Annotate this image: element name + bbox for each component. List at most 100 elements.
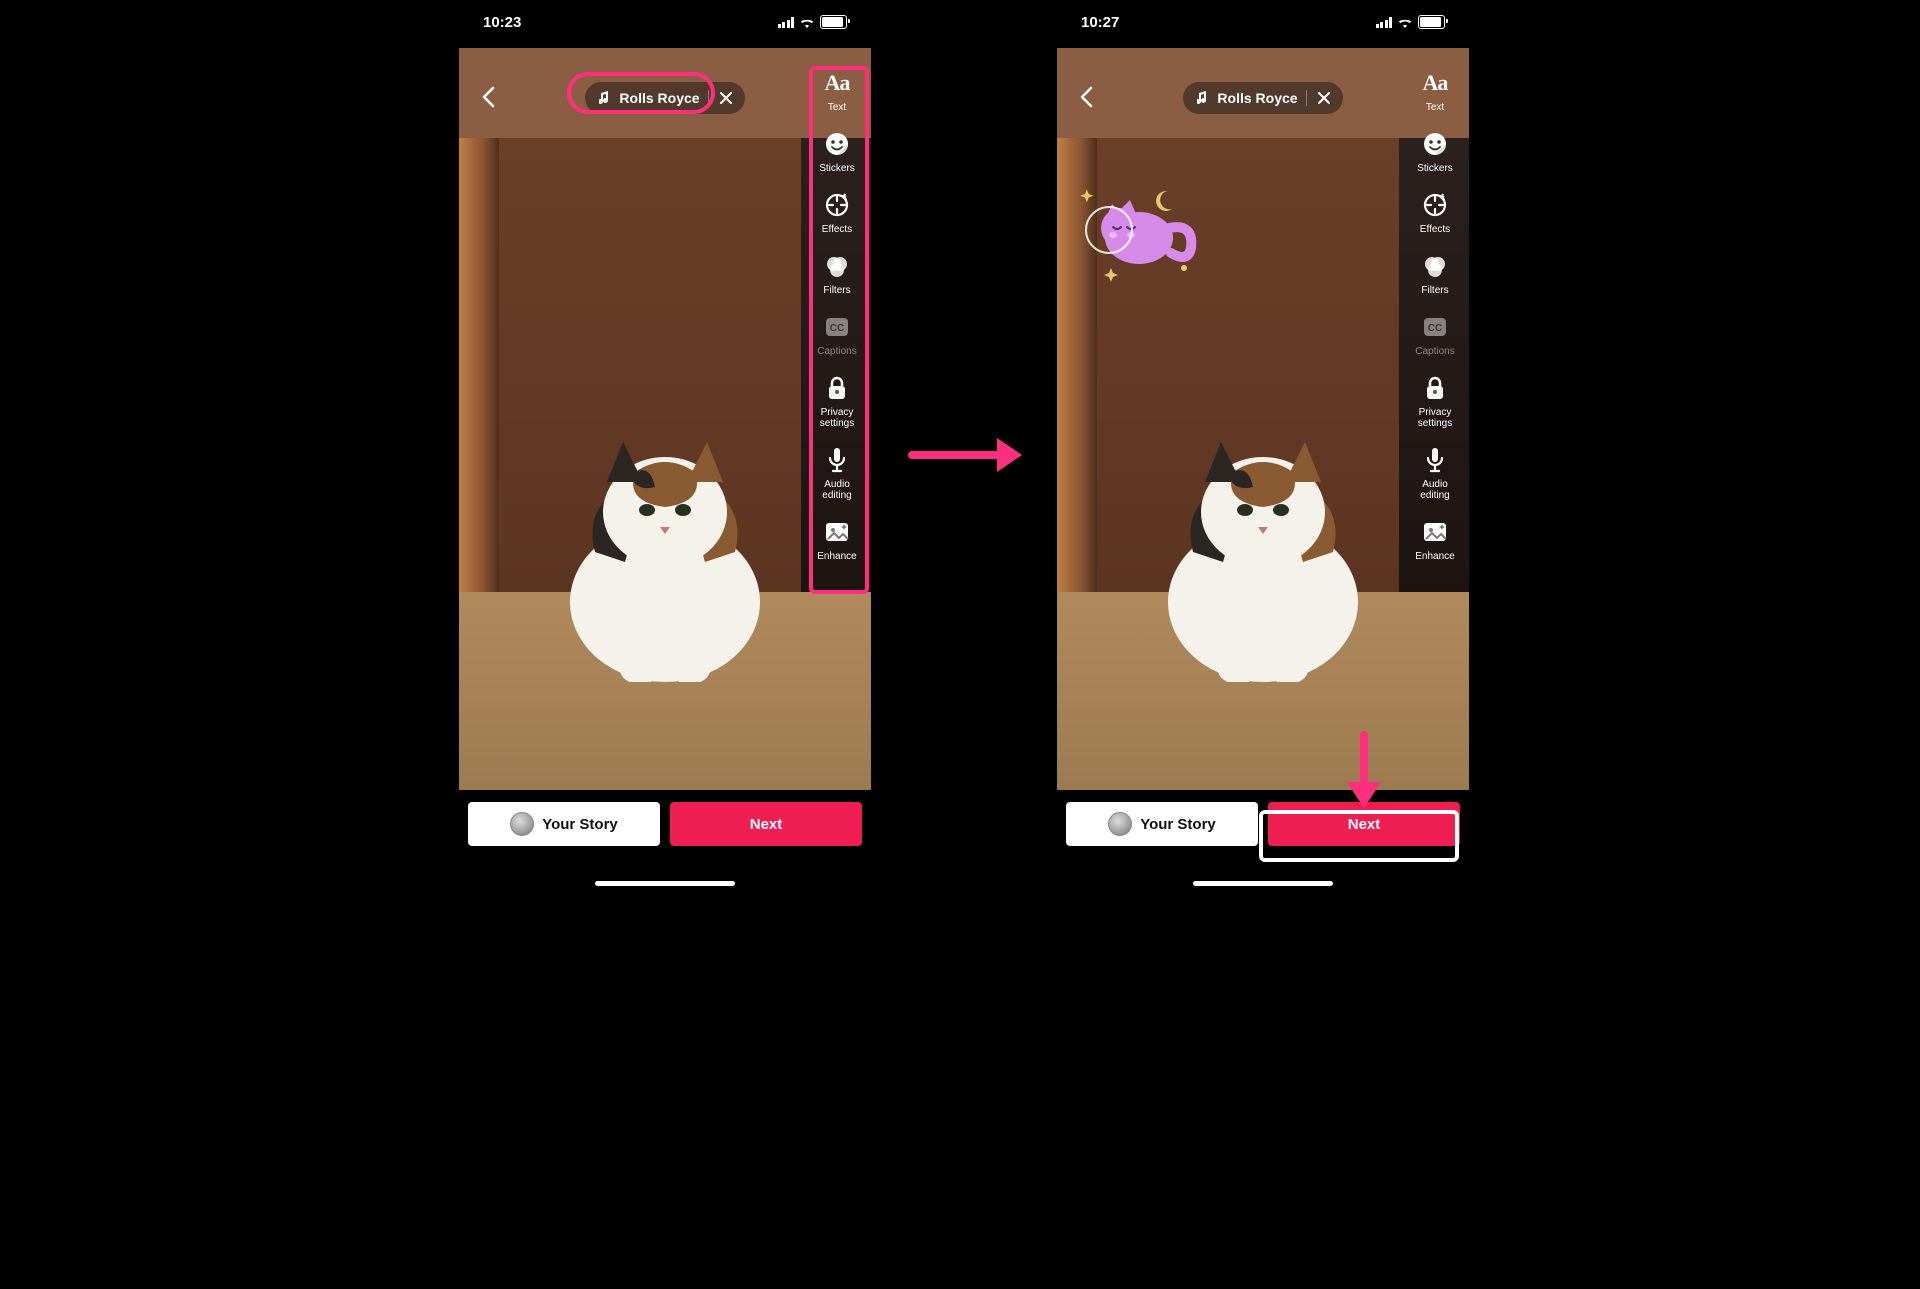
- sound-pill[interactable]: Rolls Royce: [585, 82, 744, 114]
- tool-filters[interactable]: Filters: [1420, 251, 1450, 296]
- right-toolbar: Aa Text Stickers Effects Filters CC Captions Pr…: [1407, 68, 1463, 562]
- sound-label: Rolls Royce: [619, 90, 699, 106]
- svg-text:CC: CC: [830, 323, 844, 334]
- home-indicator[interactable]: [1193, 881, 1333, 886]
- divider: [1306, 90, 1307, 106]
- tool-privacy[interactable]: Privacy settings: [809, 373, 865, 429]
- battery-icon: [1418, 15, 1445, 29]
- tool-label: Filters: [1421, 285, 1448, 296]
- avatar-icon: [510, 812, 534, 836]
- tool-text[interactable]: Aa Text: [1420, 68, 1450, 113]
- tool-label: Captions: [817, 346, 856, 357]
- status-time: 10:23: [483, 14, 521, 31]
- music-note-icon: [1197, 91, 1209, 105]
- next-label: Next: [1348, 816, 1381, 833]
- wifi-icon: [1397, 16, 1413, 28]
- wifi-icon: [799, 16, 815, 28]
- cat-photo: [1133, 392, 1393, 682]
- tool-label: Effects: [1420, 224, 1450, 235]
- editor-screen: Rolls Royce Aa Text Stickers Effects Filters…: [459, 48, 871, 802]
- phone-left-editor: 10:23 Rolls Royce: [459, 0, 871, 892]
- sticker-selection-ring[interactable]: [1085, 206, 1133, 254]
- effects-icon: [1420, 190, 1450, 220]
- tool-filters[interactable]: Filters: [822, 251, 852, 296]
- next-label: Next: [750, 816, 783, 833]
- tool-label: Stickers: [819, 163, 855, 174]
- status-bar: 10:23: [459, 0, 871, 44]
- next-button[interactable]: Next: [670, 802, 862, 846]
- privacy-icon: [1420, 373, 1450, 403]
- effects-icon: [822, 190, 852, 220]
- privacy-icon: [822, 373, 852, 403]
- tool-audio[interactable]: Audio editing: [809, 445, 865, 501]
- close-icon: [720, 92, 732, 104]
- tool-label: Audio editing: [1407, 479, 1463, 501]
- your-story-label: Your Story: [542, 816, 618, 833]
- bottom-bar: Your Story Next: [1057, 790, 1469, 892]
- tool-text[interactable]: Aa Text: [822, 68, 852, 113]
- tool-label: Stickers: [1417, 163, 1453, 174]
- remove-sound-button[interactable]: [1315, 89, 1333, 107]
- tool-audio[interactable]: Audio editing: [1407, 445, 1463, 501]
- tool-enhance[interactable]: Enhance: [1415, 517, 1454, 562]
- captions-icon: CC: [1420, 312, 1450, 342]
- tool-enhance[interactable]: Enhance: [817, 517, 856, 562]
- tool-label: Filters: [823, 285, 850, 296]
- tool-label: Enhance: [1415, 551, 1454, 562]
- tool-label: Effects: [822, 224, 852, 235]
- phone-right-editor: 10:27 Rolls Royce: [1057, 0, 1469, 892]
- your-story-button[interactable]: Your Story: [1066, 802, 1258, 846]
- captions-icon: CC: [822, 312, 852, 342]
- divider: [708, 90, 709, 106]
- tool-privacy[interactable]: Privacy settings: [1407, 373, 1463, 429]
- enhance-icon: [822, 517, 852, 547]
- your-story-label: Your Story: [1140, 816, 1216, 833]
- tool-captions[interactable]: CC Captions: [1415, 312, 1454, 357]
- next-button[interactable]: Next: [1268, 802, 1460, 846]
- text-icon: Aa: [1420, 68, 1450, 98]
- home-indicator[interactable]: [595, 881, 735, 886]
- tool-stickers[interactable]: Stickers: [1417, 129, 1453, 174]
- tool-effects[interactable]: Effects: [1420, 190, 1450, 235]
- text-icon: Aa: [822, 68, 852, 98]
- right-toolbar: Aa Text Stickers Effects Filters CC Captions Pr…: [809, 68, 865, 562]
- tool-effects[interactable]: Effects: [822, 190, 852, 235]
- filters-icon: [1420, 251, 1450, 281]
- tool-label: Text: [828, 102, 846, 113]
- filters-icon: [822, 251, 852, 281]
- tool-label: Privacy settings: [1407, 407, 1463, 429]
- enhance-icon: [1420, 517, 1450, 547]
- svg-text:CC: CC: [1428, 323, 1442, 334]
- annotation-arrow-right-icon: [907, 430, 1027, 480]
- chevron-left-icon: [481, 86, 495, 108]
- close-icon: [1318, 92, 1330, 104]
- back-button[interactable]: [473, 82, 503, 112]
- tool-label: Enhance: [817, 551, 856, 562]
- status-icons: [778, 15, 848, 29]
- sound-label: Rolls Royce: [1217, 90, 1297, 106]
- tool-label: Text: [1426, 102, 1444, 113]
- audio-icon: [1420, 445, 1450, 475]
- sound-pill[interactable]: Rolls Royce: [1183, 82, 1342, 114]
- tutorial-stage: 10:23 Rolls Royce: [293, 0, 1627, 892]
- tool-captions[interactable]: CC Captions: [817, 312, 856, 357]
- battery-icon: [820, 15, 847, 29]
- tool-stickers[interactable]: Stickers: [819, 129, 855, 174]
- signal-icon: [1376, 17, 1393, 28]
- your-story-button[interactable]: Your Story: [468, 802, 660, 846]
- status-time: 10:27: [1081, 14, 1119, 31]
- chevron-left-icon: [1079, 86, 1093, 108]
- back-button[interactable]: [1071, 82, 1101, 112]
- status-icons: [1376, 15, 1446, 29]
- tool-label: Audio editing: [809, 479, 865, 501]
- music-note-icon: [599, 91, 611, 105]
- remove-sound-button[interactable]: [717, 89, 735, 107]
- cat-photo: [535, 392, 795, 682]
- stickers-icon: [822, 129, 852, 159]
- stickers-icon: [1420, 129, 1450, 159]
- tool-label: Captions: [1415, 346, 1454, 357]
- avatar-icon: [1108, 812, 1132, 836]
- signal-icon: [778, 17, 795, 28]
- editor-screen: Rolls Royce Aa Text Stickers Effects Filters…: [1057, 48, 1469, 802]
- bottom-bar: Your Story Next: [459, 790, 871, 892]
